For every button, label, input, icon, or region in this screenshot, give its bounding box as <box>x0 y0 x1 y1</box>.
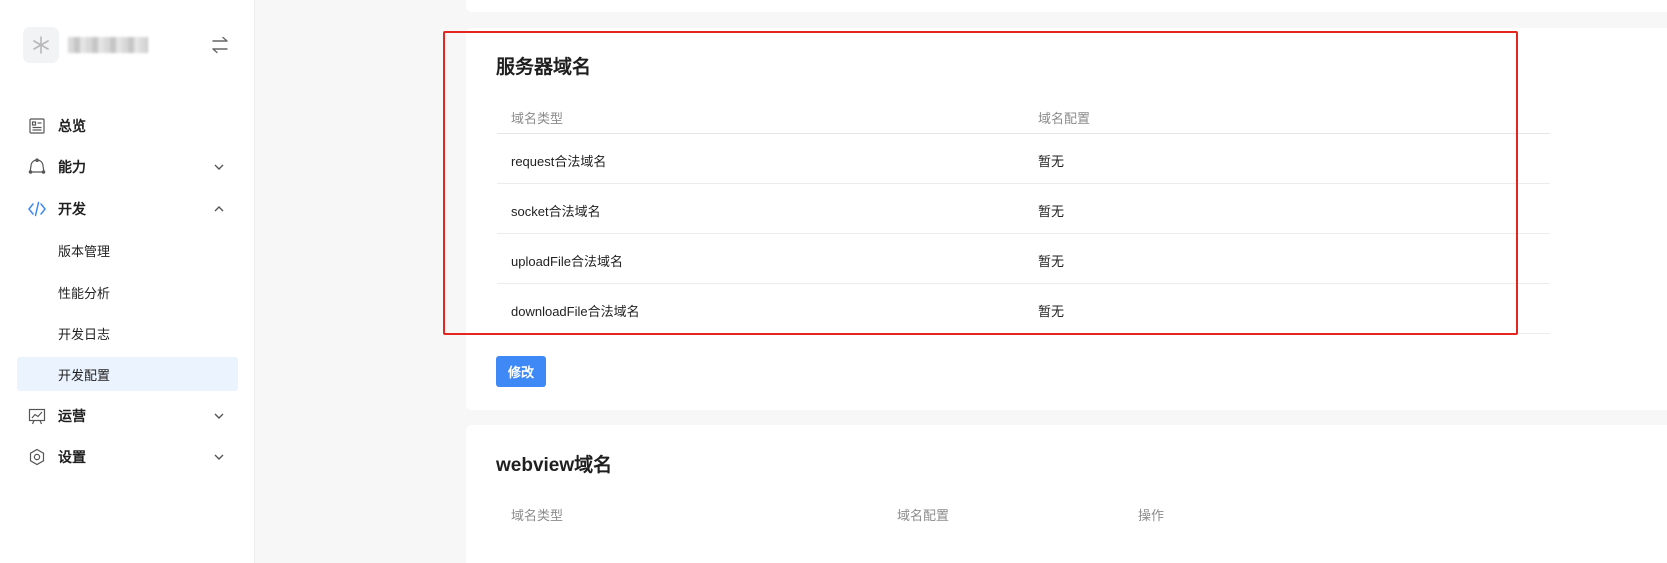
domain-config-cell: 暂无 <box>1038 304 1065 319</box>
sidebar-item-develop[interactable]: 开发 <box>17 192 238 226</box>
sidebar-subitem-performance[interactable]: 性能分析 <box>17 275 238 309</box>
app-logo[interactable] <box>23 27 59 63</box>
sidebar-item-settings[interactable]: 设置 <box>17 440 238 474</box>
chart-icon <box>27 406 47 426</box>
sidebar-subitem-label: 性能分析 <box>58 285 111 301</box>
webview-domain-card <box>466 425 1667 563</box>
previous-card <box>466 0 1667 12</box>
webview-domain-title: webview域名 <box>496 455 613 476</box>
domain-type-cell: uploadFile合法域名 <box>511 254 623 269</box>
sidebar-item-label: 能力 <box>58 159 86 175</box>
domain-type-cell: downloadFile合法域名 <box>511 304 640 319</box>
domain-config-cell: 暂无 <box>1038 254 1065 269</box>
domain-type-cell: request合法域名 <box>511 154 607 169</box>
sidebar-item-label: 运营 <box>58 408 86 424</box>
asterisk-logo-icon <box>33 36 49 54</box>
chevron-down-icon <box>214 413 224 419</box>
sidebar: 总览 能力 开发 版本管理 性能分析 开发日志 开发配置 运营 设置 <box>0 0 255 563</box>
sidebar-item-label: 总览 <box>58 118 86 134</box>
webview-column-header-domain-config: 域名配置 <box>897 508 950 523</box>
sidebar-subitem-dev-config[interactable]: 开发配置 <box>17 357 238 391</box>
column-header-domain-config: 域名配置 <box>1038 111 1091 126</box>
table-row: socket合法域名 暂无 <box>497 184 1550 234</box>
sidebar-subitem-label: 版本管理 <box>58 243 111 259</box>
table-row: downloadFile合法域名 暂无 <box>497 284 1550 334</box>
server-domain-title: 服务器域名 <box>496 57 592 78</box>
settings-icon <box>27 447 47 467</box>
app-name-redacted <box>68 37 148 53</box>
switch-arrows-icon[interactable] <box>210 36 230 54</box>
sidebar-subitem-label: 开发日志 <box>58 326 111 342</box>
edit-button[interactable]: 修改 <box>496 356 546 387</box>
code-icon <box>27 199 47 219</box>
domain-config-cell: 暂无 <box>1038 204 1065 219</box>
sidebar-item-label: 设置 <box>58 449 86 465</box>
chevron-down-icon <box>214 164 224 170</box>
table-row: uploadFile合法域名 暂无 <box>497 234 1550 284</box>
capability-icon <box>27 157 47 177</box>
webview-column-header-actions: 操作 <box>1138 508 1165 523</box>
sidebar-item-label: 开发 <box>58 201 86 217</box>
sidebar-subitem-dev-log[interactable]: 开发日志 <box>17 316 238 350</box>
chevron-down-icon <box>214 454 224 460</box>
sidebar-subitem-version[interactable]: 版本管理 <box>17 233 238 267</box>
webview-column-header-domain-type: 域名类型 <box>511 508 564 523</box>
sidebar-item-capability[interactable]: 能力 <box>17 150 238 184</box>
dashboard-icon <box>27 116 47 136</box>
sidebar-subitem-label: 开发配置 <box>58 367 111 383</box>
table-row: request合法域名 暂无 <box>497 134 1550 184</box>
sidebar-item-operation[interactable]: 运营 <box>17 399 238 433</box>
sidebar-item-overview[interactable]: 总览 <box>17 109 238 143</box>
domain-config-cell: 暂无 <box>1038 154 1065 169</box>
column-header-domain-type: 域名类型 <box>511 111 564 126</box>
chevron-up-icon <box>214 206 224 212</box>
domain-type-cell: socket合法域名 <box>511 204 601 219</box>
